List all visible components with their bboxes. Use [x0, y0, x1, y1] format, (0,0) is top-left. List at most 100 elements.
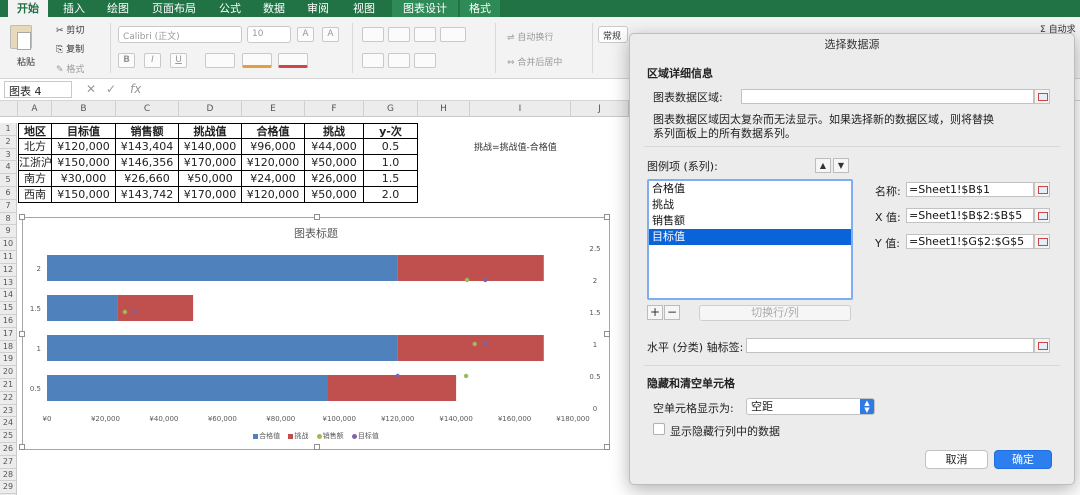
align-right-button[interactable] — [414, 53, 436, 68]
table-cell[interactable]: ¥26,000 — [305, 171, 364, 187]
column-header[interactable]: C — [116, 101, 179, 117]
tab-draw[interactable]: 绘图 — [100, 0, 136, 17]
row-header[interactable]: 11 — [0, 251, 17, 264]
function-icon[interactable]: fx — [130, 82, 141, 96]
row-header[interactable]: 26 — [0, 443, 17, 456]
row-header[interactable]: 3 — [0, 148, 17, 162]
tab-view[interactable]: 视图 — [344, 0, 384, 17]
row-header[interactable]: 1 — [0, 123, 17, 136]
series-item-selected[interactable]: 目标值 — [649, 229, 851, 245]
axis-labels-input[interactable] — [746, 338, 1034, 353]
align-center-button[interactable] — [388, 53, 410, 68]
table-cell[interactable]: 1.0 — [364, 155, 418, 171]
range-picker-icon[interactable] — [1034, 89, 1050, 104]
table-cell[interactable]: ¥170,000 — [179, 187, 242, 203]
wrap-text-button[interactable]: ⇌ 自动换行 — [507, 30, 553, 43]
table-header-cell[interactable]: 地区 — [18, 123, 52, 139]
table-header-cell[interactable]: 目标值 — [52, 123, 116, 139]
table-cell[interactable]: 江浙沪 — [18, 155, 52, 171]
table-cell[interactable]: ¥140,000 — [179, 139, 242, 155]
align-left-button[interactable] — [362, 53, 384, 68]
row-header[interactable]: 16 — [0, 315, 17, 328]
font-name-select[interactable]: Calibri (正文) — [118, 26, 242, 43]
row-header[interactable]: 29 — [0, 481, 17, 495]
row-header[interactable]: 21 — [0, 379, 17, 392]
range-picker-icon[interactable] — [1034, 234, 1050, 249]
chart[interactable]: 图表标题 0.5 1 1.5 2 ¥0 ¥20,000 ¥40,000 ¥60,000 ¥80,… — [19, 214, 610, 450]
bold-button[interactable]: B — [118, 53, 135, 68]
copy-button[interactable]: ⎘ 复制 — [56, 42, 84, 55]
series-list[interactable]: 合格值 挑战 销售额 目标值 — [647, 179, 853, 300]
range-picker-icon[interactable] — [1034, 182, 1050, 197]
font-grow-button[interactable]: A — [297, 27, 314, 42]
column-header[interactable]: D — [179, 101, 242, 117]
row-header[interactable]: 15 — [0, 302, 17, 315]
italic-button[interactable]: I — [144, 53, 161, 68]
show-hidden-checkbox[interactable] — [653, 423, 665, 435]
row-header[interactable]: 6 — [0, 187, 17, 200]
table-cell[interactable]: ¥120,000 — [242, 155, 305, 171]
series-item[interactable]: 挑战 — [649, 197, 851, 213]
table-cell[interactable]: ¥44,000 — [305, 139, 364, 155]
tab-formulas[interactable]: 公式 — [212, 0, 248, 17]
tab-format[interactable]: 格式 — [460, 0, 500, 17]
table-cell[interactable]: ¥50,000 — [305, 187, 364, 203]
series-item[interactable]: 销售额 — [649, 213, 851, 229]
merge-center-button[interactable]: ⇔ 合并后居中 — [507, 55, 562, 68]
table-cell[interactable]: ¥24,000 — [242, 171, 305, 187]
tab-review[interactable]: 审阅 — [300, 0, 336, 17]
row-header[interactable]: 13 — [0, 276, 17, 290]
table-cell[interactable]: 西南 — [18, 187, 52, 203]
table-cell[interactable]: ¥120,000 — [242, 187, 305, 203]
row-header[interactable]: 7 — [0, 199, 17, 213]
border-button[interactable] — [205, 53, 235, 68]
table-cell[interactable]: 北方 — [18, 139, 52, 155]
column-header[interactable]: A — [18, 101, 52, 117]
align-top-button[interactable] — [362, 27, 384, 42]
table-header-cell[interactable]: 合格值 — [242, 123, 305, 139]
table-cell[interactable]: ¥26,660 — [116, 171, 179, 187]
row-header[interactable]: 10 — [0, 238, 17, 251]
cut-button[interactable]: ✂ 剪切 — [56, 23, 84, 36]
table-cell[interactable]: ¥143,742 — [116, 187, 179, 203]
add-series-button[interactable]: + — [647, 305, 663, 320]
row-header[interactable]: 28 — [0, 468, 17, 482]
font-color-button[interactable] — [278, 53, 308, 68]
move-up-icon[interactable]: ▲ — [815, 158, 831, 173]
remove-series-button[interactable]: − — [664, 305, 680, 320]
column-header[interactable]: I — [470, 101, 571, 117]
align-bottom-button[interactable] — [414, 27, 436, 42]
cancel-icon[interactable]: ✕ — [86, 82, 96, 96]
format-painter-button[interactable]: ✎ 格式 — [56, 62, 84, 75]
column-header[interactable]: H — [418, 101, 470, 117]
underline-button[interactable]: U — [170, 53, 187, 68]
row-header[interactable]: 9 — [0, 225, 17, 239]
column-header[interactable]: J — [571, 101, 629, 117]
tab-page-layout[interactable]: 页面布局 — [144, 0, 204, 17]
table-cell[interactable]: ¥150,000 — [52, 187, 116, 203]
font-size-select[interactable]: 10 — [247, 26, 291, 43]
empty-cells-select[interactable]: 空距 ▲ ▼ — [746, 398, 875, 415]
ok-button[interactable]: 确定 — [994, 450, 1052, 469]
table-cell[interactable]: 2.0 — [364, 187, 418, 203]
resize-handle[interactable] — [314, 444, 320, 450]
table-cell[interactable]: ¥96,000 — [242, 139, 305, 155]
column-header[interactable]: G — [364, 101, 418, 117]
table-header-cell[interactable]: 挑战 — [305, 123, 364, 139]
resize-handle[interactable] — [19, 444, 25, 450]
table-cell[interactable]: ¥170,000 — [179, 155, 242, 171]
table-header-cell[interactable]: 挑战值 — [179, 123, 242, 139]
row-header[interactable]: 8 — [0, 212, 17, 226]
column-header[interactable]: F — [305, 101, 364, 117]
row-header[interactable]: 25 — [0, 430, 17, 443]
table-header-cell[interactable]: y-次 — [364, 123, 418, 139]
check-icon[interactable]: ✓ — [106, 82, 116, 96]
font-shrink-button[interactable]: A — [322, 27, 339, 42]
row-header[interactable]: 19 — [0, 353, 17, 367]
row-header[interactable]: 24 — [0, 417, 17, 431]
tab-home[interactable]: 开始 — [8, 0, 48, 17]
table-cell[interactable]: ¥150,000 — [52, 155, 116, 171]
move-down-icon[interactable]: ▼ — [833, 158, 849, 173]
table-cell[interactable]: ¥50,000 — [179, 171, 242, 187]
paste-button-label[interactable]: 粘贴 — [17, 55, 35, 68]
